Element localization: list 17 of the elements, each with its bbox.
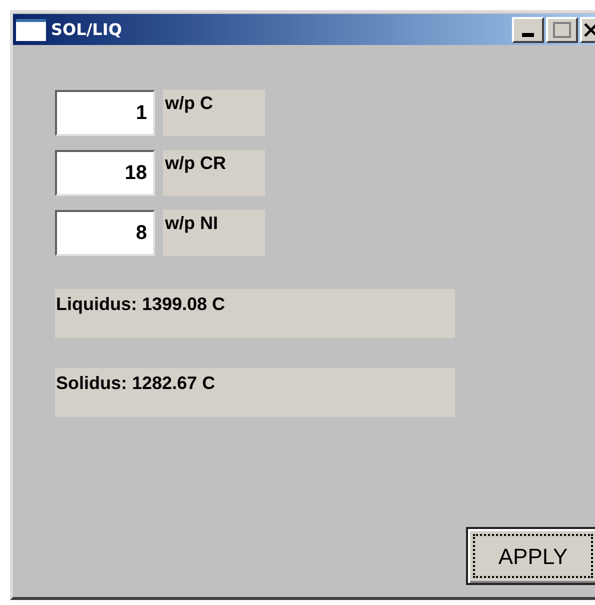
close-icon xyxy=(584,22,595,36)
number-field[interactable]: 1 xyxy=(55,90,155,136)
result-text: Liquidus: 1399.08 C xyxy=(55,289,455,338)
number-field[interactable]: 18 xyxy=(55,150,155,196)
maximize-button[interactable] xyxy=(546,16,578,42)
result-text: Solidus: 1282.67 C xyxy=(55,368,455,417)
unit-label: w/p C xyxy=(163,90,265,136)
number-field[interactable]: 8 xyxy=(55,210,155,256)
window-title: SOL/LIQ xyxy=(51,18,122,40)
close-button[interactable] xyxy=(580,16,595,42)
unit-label: w/p CR xyxy=(163,150,265,196)
maximize-icon xyxy=(553,22,571,38)
minimize-button[interactable] xyxy=(512,16,544,42)
unit-label: w/p NI xyxy=(163,210,265,256)
apply-button[interactable]: APPLY xyxy=(466,527,595,585)
window-icon xyxy=(16,18,46,40)
minimize-icon xyxy=(522,32,534,36)
